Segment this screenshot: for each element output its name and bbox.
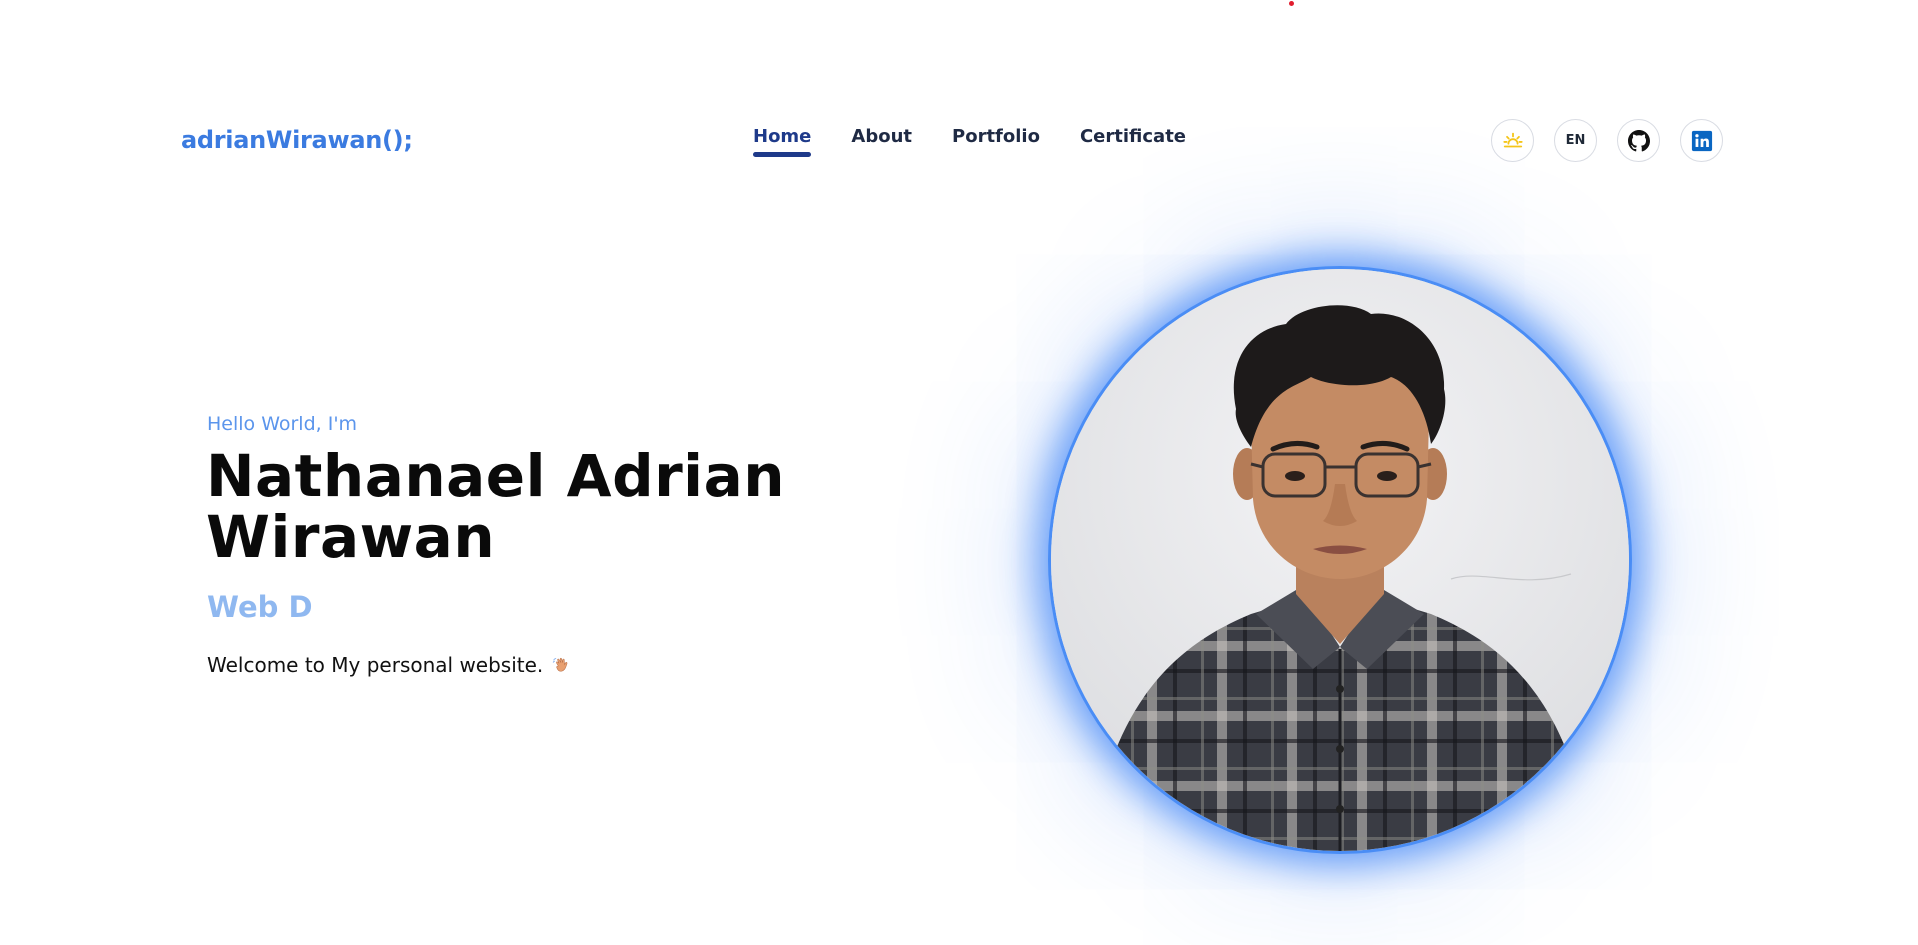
hero-welcome: Welcome to My personal website. xyxy=(207,653,573,677)
site-logo[interactable]: adrianWirawan(); xyxy=(181,126,413,154)
linkedin-button[interactable] xyxy=(1680,119,1723,162)
sun-icon xyxy=(1502,132,1523,147)
language-button[interactable]: EN xyxy=(1554,119,1597,162)
nav-about[interactable]: About xyxy=(851,126,912,157)
linkedin-icon xyxy=(1691,130,1712,151)
theme-toggle-button[interactable] xyxy=(1491,119,1534,162)
language-label: EN xyxy=(1565,133,1586,148)
nav-home[interactable]: Home xyxy=(753,126,812,157)
profile-photo xyxy=(1048,266,1632,854)
github-icon xyxy=(1627,129,1650,151)
profile-photo-illustration xyxy=(1051,269,1629,851)
hero-name: Nathanael Adrian Wirawan xyxy=(206,442,785,571)
waving-hand-icon xyxy=(553,657,568,672)
nav-portfolio[interactable]: Portfolio xyxy=(952,126,1040,157)
header-actions: EN xyxy=(1491,119,1723,162)
cursor-dot xyxy=(1289,1,1294,6)
main-nav: Home About Portfolio Certificate xyxy=(753,126,1186,157)
hero-greeting: Hello World, I'm xyxy=(207,413,358,435)
nav-certificate[interactable]: Certificate xyxy=(1080,126,1186,157)
github-button[interactable] xyxy=(1617,119,1660,162)
welcome-text: Welcome to My personal website. xyxy=(207,653,544,677)
page: adrianWirawan(); Home About Portfolio Ce… xyxy=(0,0,1918,945)
hero-role-typing: Web D xyxy=(207,590,313,624)
